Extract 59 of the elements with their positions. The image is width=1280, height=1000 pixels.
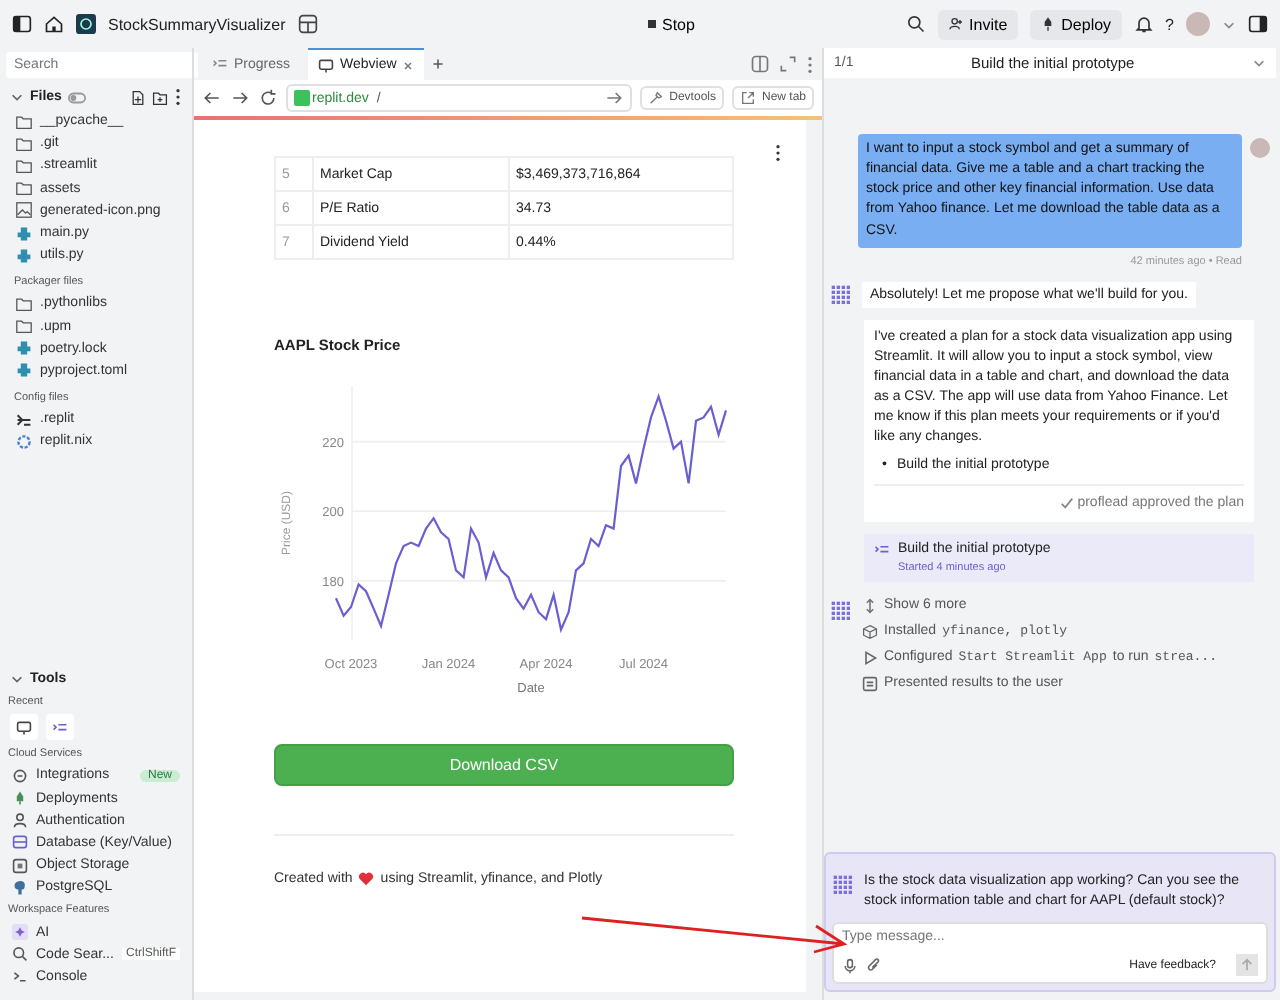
add-person-icon xyxy=(947,16,964,32)
chevron-down-icon[interactable] xyxy=(1252,56,1266,70)
external-link-icon xyxy=(739,90,756,106)
agent-icon xyxy=(830,283,850,304)
search-icon[interactable] xyxy=(905,14,926,34)
chevron-down-icon[interactable] xyxy=(1222,17,1236,31)
terminal-icon xyxy=(12,968,28,985)
forward-icon[interactable] xyxy=(230,88,250,108)
back-icon[interactable] xyxy=(202,88,222,108)
home-icon[interactable] xyxy=(44,14,64,34)
check-icon xyxy=(1059,496,1074,511)
image-file-icon xyxy=(16,202,32,219)
sidebar-toggle-icon[interactable] xyxy=(12,14,32,34)
add-tab-icon[interactable] xyxy=(432,58,445,70)
recent-tool-button[interactable] xyxy=(46,714,74,741)
database-icon xyxy=(12,834,28,851)
person-icon xyxy=(12,812,28,829)
paperclip-icon[interactable] xyxy=(866,957,882,973)
new-folder-icon[interactable] xyxy=(152,89,168,105)
sparkle-icon xyxy=(12,924,28,941)
help-button[interactable]: ? xyxy=(1165,15,1174,33)
config-file-icon xyxy=(16,411,32,428)
monitor-icon xyxy=(16,719,32,736)
heart-icon xyxy=(358,872,375,886)
expand-icon[interactable] xyxy=(778,54,798,74)
play-icon xyxy=(862,649,878,666)
arrow-right-icon[interactable] xyxy=(603,88,624,108)
checklist-icon xyxy=(52,719,68,736)
close-icon[interactable] xyxy=(402,59,415,71)
monitor-icon xyxy=(318,57,335,73)
chevron-down-icon[interactable] xyxy=(10,90,24,104)
search-icon xyxy=(12,946,28,963)
storage-icon xyxy=(12,857,28,874)
expand-vertical-icon xyxy=(862,597,878,614)
checklist-icon xyxy=(212,56,228,72)
reload-icon[interactable] xyxy=(258,88,278,108)
package-icon xyxy=(862,623,878,640)
split-view-icon[interactable] xyxy=(750,54,770,74)
avatar xyxy=(1250,138,1270,158)
chevron-down-icon[interactable] xyxy=(10,672,24,687)
deploy-button[interactable]: Deploy xyxy=(1029,9,1122,39)
recent-tool-button[interactable] xyxy=(10,714,38,741)
bell-icon[interactable] xyxy=(1133,14,1154,34)
checklist-icon xyxy=(874,541,890,558)
document-icon xyxy=(862,675,878,692)
invite-button[interactable]: Invite xyxy=(937,9,1018,39)
arrow-up-icon xyxy=(1240,958,1254,972)
stop-button[interactable]: Stop xyxy=(640,11,703,37)
toggle-icon[interactable] xyxy=(67,91,86,103)
project-logo-icon xyxy=(76,14,96,34)
microphone-icon[interactable] xyxy=(842,957,858,973)
panel-toggle-icon[interactable] xyxy=(1248,14,1268,34)
agent-icon xyxy=(830,599,850,620)
more-options-icon[interactable] xyxy=(774,144,782,162)
window-icon[interactable] xyxy=(297,14,318,34)
project-name[interactable]: StockSummaryVisualizer xyxy=(108,15,286,33)
new-file-icon[interactable] xyxy=(130,89,146,105)
agent-icon xyxy=(832,873,852,894)
more-options-icon[interactable] xyxy=(174,88,182,106)
